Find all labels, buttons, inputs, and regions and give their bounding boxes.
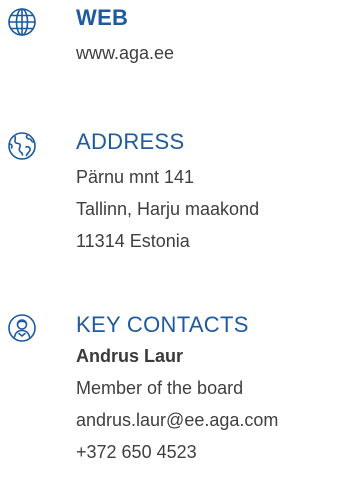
web-heading: WEB <box>76 5 129 30</box>
address-postal: 11314 Estonia <box>76 231 190 251</box>
contact-name: Andrus Laur <box>76 346 184 366</box>
globe-grid-icon <box>6 6 38 38</box>
address-street: Pärnu mnt 141 <box>76 167 195 187</box>
contact-email-link[interactable]: andrus.laur@ee.aga.com <box>76 404 354 436</box>
address-city: Tallinn, Harju maakond <box>76 199 260 219</box>
address-heading: ADDRESS <box>76 129 185 154</box>
contact-phone-link[interactable]: +372 650 4523 <box>76 436 354 468</box>
contact-role: Member of the board <box>76 378 244 398</box>
person-icon <box>6 312 38 344</box>
web-url-link[interactable]: www.aga.ee <box>76 37 354 69</box>
key-contacts-heading: KEY CONTACTS <box>76 312 249 337</box>
earth-icon <box>6 130 38 162</box>
